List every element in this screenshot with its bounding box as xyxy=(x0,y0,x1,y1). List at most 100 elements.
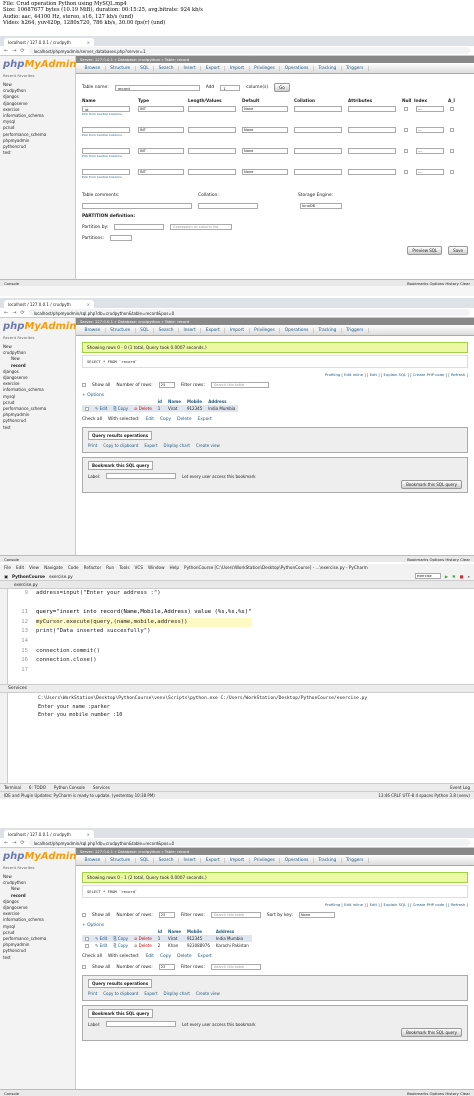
menu-tab[interactable]: Operations xyxy=(280,327,314,333)
status-right[interactable]: 13:46 CRLF UTF-8 4 spaces Python 3.8 (ve… xyxy=(378,793,470,798)
column-header-3[interactable]: Address xyxy=(205,398,238,405)
type-select[interactable]: INT xyxy=(138,106,184,112)
url-input[interactable]: localhost/phpmyadmin/sql.php?db=crudpyth… xyxy=(28,839,470,846)
ide-menu-item[interactable]: File xyxy=(4,565,11,571)
row-action-label[interactable]: Edit xyxy=(100,943,108,948)
ide-menu-item[interactable]: Window xyxy=(148,565,165,571)
file-crumb[interactable]: exercise.py xyxy=(49,574,73,579)
ide-menu-item[interactable]: Edit xyxy=(16,565,24,571)
row-action-label[interactable]: Edit xyxy=(100,406,108,411)
pick-central-link[interactable]: Pick from Central Columns xyxy=(82,154,138,158)
code-lines[interactable]: address=input("Enter your address :") qu… xyxy=(36,589,252,666)
null-checkbox[interactable] xyxy=(404,107,408,111)
reload-icon[interactable]: ⟳ xyxy=(20,48,24,54)
forward-icon[interactable]: → xyxy=(12,840,16,846)
length-input[interactable] xyxy=(188,106,236,112)
bookmark-button[interactable]: Bookmark this SQL query xyxy=(401,1028,462,1037)
num-rows-select[interactable]: 25 xyxy=(158,964,175,970)
print-link[interactable]: Print xyxy=(88,991,97,996)
menu-tab[interactable]: Privileges xyxy=(250,65,281,71)
bulk-copy[interactable]: Copy xyxy=(160,954,171,959)
menu-tab[interactable]: Search xyxy=(154,327,179,333)
column-header-0[interactable]: id xyxy=(155,928,165,935)
column-header-1[interactable]: Name xyxy=(165,398,184,405)
every-user-label[interactable]: Let every user access this bookmark xyxy=(182,474,255,479)
console-options[interactable]: Bookmarks Options History Clear xyxy=(407,1091,470,1096)
menu-tab[interactable]: Browse xyxy=(80,857,106,863)
collation-select[interactable] xyxy=(294,127,342,133)
table-name-input[interactable]: record xyxy=(114,84,200,91)
search-icon[interactable]: ⌕ xyxy=(468,574,470,579)
event-log-tab[interactable]: Event Log xyxy=(450,785,470,790)
index-select[interactable]: --- xyxy=(416,169,444,175)
collation-select[interactable] xyxy=(294,169,342,175)
ide-menu-item[interactable]: Refactor xyxy=(84,565,102,571)
filter-input[interactable]: Search this table xyxy=(210,912,261,918)
type-select[interactable]: INT xyxy=(138,127,184,133)
debug-icon[interactable]: ✱ xyxy=(452,574,456,579)
console-options[interactable]: Bookmarks Options History Clear xyxy=(407,281,470,286)
index-select[interactable]: --- xyxy=(416,127,444,133)
back-icon[interactable]: ← xyxy=(4,840,8,846)
row-checkbox[interactable] xyxy=(82,935,92,942)
pick-central-link[interactable]: Pick from Central Columns xyxy=(82,112,138,116)
length-input[interactable] xyxy=(188,127,236,133)
pick-central-link[interactable]: Pick from Central Columns xyxy=(82,133,138,137)
num-rows-select[interactable]: 25 xyxy=(158,382,175,388)
menu-tab[interactable]: Tracking xyxy=(314,65,342,71)
bulk-edit[interactable]: Edit xyxy=(145,954,154,959)
reload-icon[interactable]: ⟳ xyxy=(20,840,24,846)
row-action-2[interactable]: ⊘ Delete xyxy=(131,942,155,949)
breadcrumb[interactable]: Server: 127.0.0.1 » Database: crudpython… xyxy=(76,318,474,325)
bookmark-button[interactable]: Bookmark this SQL query xyxy=(401,480,462,489)
menu-tab[interactable]: Export xyxy=(201,327,226,333)
row-action-1[interactable]: ⎘ Copy xyxy=(110,935,132,942)
row-action-0[interactable]: ✎ Edit xyxy=(92,942,111,949)
run-config-select[interactable]: exercise xyxy=(414,573,441,579)
type-select[interactable]: INT xyxy=(138,148,184,154)
console-label[interactable]: Console xyxy=(4,1091,19,1096)
query-links[interactable]: Profiling [ Edit inline ] [ Edit ] [ Exp… xyxy=(82,372,468,377)
menu-tab[interactable]: Triggers xyxy=(342,327,369,333)
row-action-label[interactable]: Copy xyxy=(118,936,128,941)
display-chart-link[interactable]: Display chart xyxy=(164,443,190,448)
show-all-checkbox[interactable] xyxy=(82,913,86,917)
column-header-2[interactable]: Mobile xyxy=(184,928,213,935)
row-action-label[interactable]: Edit xyxy=(100,936,108,941)
browser-tab[interactable]: localhost / 127.0.0.1 / crudpyth × xyxy=(4,38,94,46)
attributes-select[interactable] xyxy=(348,127,396,133)
go-button[interactable]: Go xyxy=(274,83,290,92)
db-tree-item[interactable]: test xyxy=(3,955,72,961)
index-select[interactable]: --- xyxy=(416,106,444,112)
num-rows-select[interactable]: 25 xyxy=(158,912,175,918)
menu-tab[interactable]: SQL xyxy=(136,327,155,333)
partitions-input[interactable] xyxy=(110,235,133,241)
ai-checkbox[interactable] xyxy=(450,107,454,111)
collation-select[interactable] xyxy=(294,148,342,154)
save-button[interactable]: Save xyxy=(448,246,468,255)
back-icon[interactable]: ← xyxy=(4,310,8,316)
column-header-3[interactable]: Address xyxy=(213,928,252,935)
bulk-copy[interactable]: Copy xyxy=(160,417,171,422)
ai-checkbox[interactable] xyxy=(450,170,454,174)
run-toolbar[interactable] xyxy=(0,693,8,783)
close-icon[interactable]: × xyxy=(87,40,90,45)
bulk-delete[interactable]: Delete xyxy=(177,954,191,959)
sort-select[interactable]: None xyxy=(298,912,335,918)
collation-select[interactable] xyxy=(294,106,342,112)
todo-tab[interactable]: 6: TODO xyxy=(29,785,46,790)
copy-clipboard-link[interactable]: Copy to clipboard xyxy=(103,443,138,448)
check-all-label[interactable]: Check all xyxy=(82,954,102,959)
index-select[interactable]: --- xyxy=(416,148,444,154)
null-checkbox[interactable] xyxy=(404,128,408,132)
table-comments-input[interactable] xyxy=(82,203,192,209)
menu-tab[interactable]: Import xyxy=(225,857,250,863)
code-editor[interactable]: 9 11 12 13 14 15 16 17 address=input("Enter yo… xyxy=(0,589,474,685)
menu-tab[interactable]: Tracking xyxy=(314,857,342,863)
column-header-1[interactable]: Name xyxy=(165,928,184,935)
editor-tab[interactable]: exercise.py xyxy=(0,581,474,589)
breadcrumb[interactable]: Server: 127.0.0.1 » Database: crudpython… xyxy=(76,848,474,855)
bulk-export[interactable]: Export xyxy=(198,417,212,422)
project-name[interactable]: PythonCourse xyxy=(12,574,45,579)
menu-tab[interactable]: Tracking xyxy=(314,327,342,333)
